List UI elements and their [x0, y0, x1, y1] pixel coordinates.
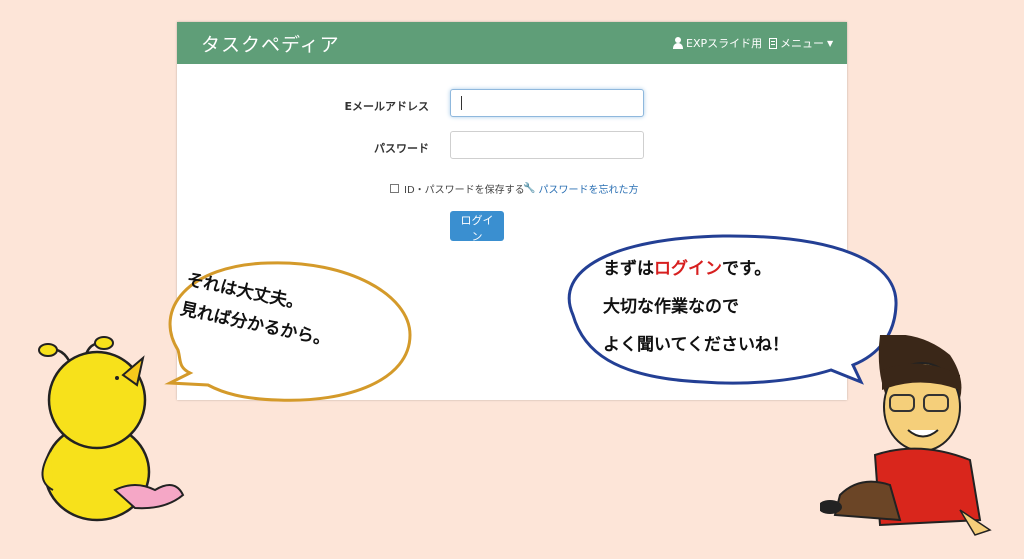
password-field[interactable]	[450, 131, 644, 159]
email-label: Eメールアドレス	[344, 100, 429, 113]
brand-title[interactable]: タスクペディア	[201, 30, 340, 57]
right-bubble-line1: まずはログインです。	[603, 259, 772, 279]
remember-option[interactable]: ID・パスワードを保存する	[390, 181, 525, 196]
right-bubble-line2: 大切な作業なので	[603, 297, 739, 317]
remember-checkbox[interactable]	[390, 184, 399, 193]
login-button[interactable]: ログイン	[450, 211, 504, 243]
email-field[interactable]	[450, 89, 644, 117]
highlight-login: ログイン	[654, 259, 722, 279]
user-icon	[673, 37, 683, 49]
nav-menu-label: メニュー	[780, 37, 824, 50]
chick-character	[38, 336, 185, 522]
right-bubble-text: まずはログインです。 大切な作業なので よく聞いてくださいね！	[603, 250, 789, 364]
forgot-password-label: パスワードを忘れた方	[538, 185, 639, 196]
nav-user-label: EXPスライド用	[686, 37, 763, 50]
remember-label: ID・パスワードを保存する	[404, 185, 525, 196]
wrench-icon: 🔧	[523, 183, 536, 194]
caret-down-icon: ▼	[827, 38, 834, 48]
text-cursor	[461, 96, 462, 110]
menu-icon	[769, 37, 777, 49]
nav-user-link[interactable]: EXPスライド用	[673, 35, 762, 51]
password-label: パスワード	[374, 142, 429, 155]
nav-menu-dropdown[interactable]: メニュー ▼	[769, 35, 833, 51]
right-bubble-line3: よく聞いてくださいね！	[603, 335, 789, 355]
navbar: タスクペディア EXPスライド用 メニュー ▼	[177, 22, 847, 64]
forgot-password-link[interactable]: 🔧 パスワードを忘れた方	[523, 181, 638, 196]
man-character	[820, 335, 992, 536]
